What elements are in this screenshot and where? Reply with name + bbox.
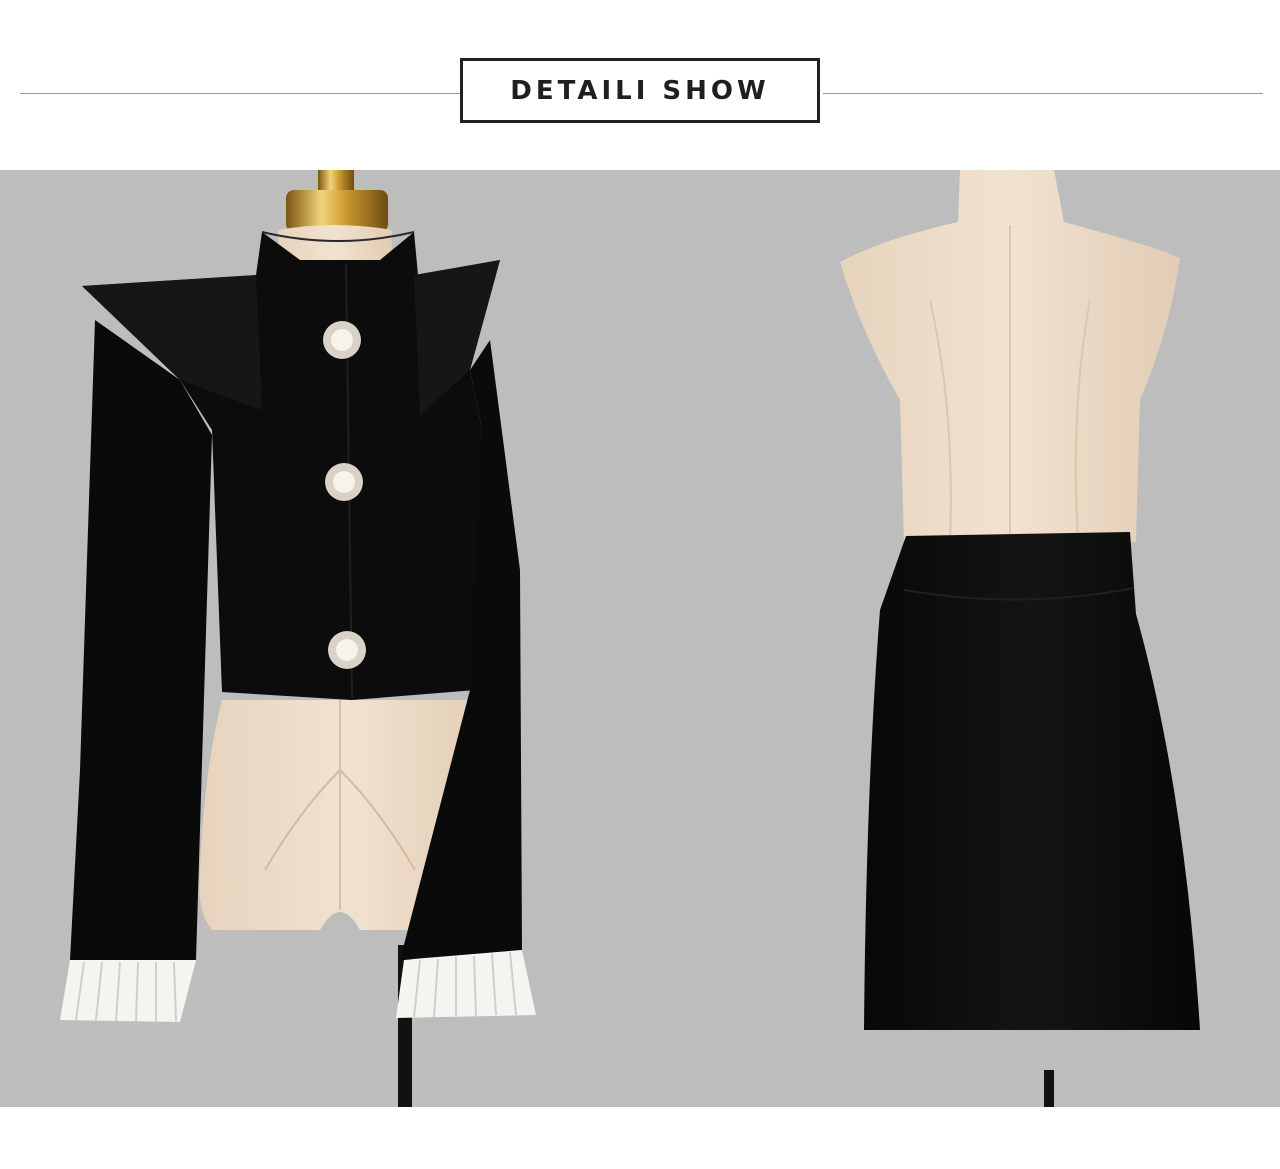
pearl-button-2 [325,463,363,501]
header-divider-right [823,93,1263,94]
mannequin-stand-right [1044,1070,1054,1107]
gold-finial [318,170,354,192]
footer-space [0,1107,1280,1169]
skirt-body [864,532,1200,1030]
section-title-box: DETAILI SHOW [460,58,820,123]
pleated-cuff-right [396,950,536,1018]
pleated-cuff-left [60,960,196,1022]
product-photo [0,170,1280,1107]
header-section: DETAILI SHOW [0,0,1280,170]
header-divider-left [20,93,460,94]
section-title: DETAILI SHOW [510,75,770,106]
skirt-mannequin [840,170,1200,1107]
jacket-mannequin [60,170,536,1107]
pearl-button-1 [323,321,361,359]
jacket-sleeve-left [70,320,212,960]
pearl-button-3 [328,631,366,669]
